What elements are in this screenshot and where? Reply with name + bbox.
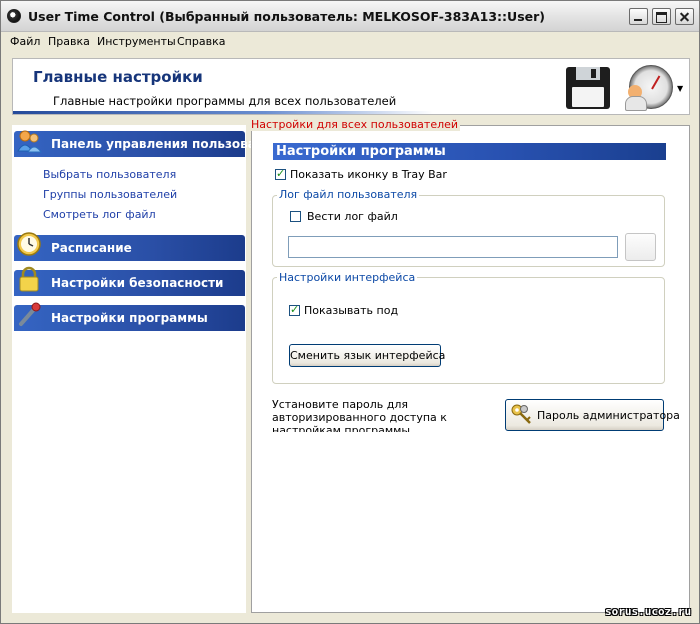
app-clock-icon <box>7 9 21 23</box>
page-header: Главные настройки Главные настройки прог… <box>12 58 690 115</box>
show-label: Показывать под <box>304 304 399 317</box>
floppy-save-icon[interactable] <box>566 67 610 109</box>
sidebar-panel-user-management[interactable]: Панель управления пользоват <box>14 130 263 157</box>
interface-settings-group: Настройки интерфейса Показывать под Смен… <box>272 271 665 384</box>
tray-icon-label: Показать иконку в Tray Bar <box>290 168 447 181</box>
link-user-groups[interactable]: Группы пользователей <box>43 188 177 201</box>
header-underline <box>13 111 433 114</box>
main-window: User Time Control (Выбранный пользовател… <box>0 0 700 624</box>
sidebar-panel-program-settings[interactable]: Настройки программы <box>14 302 245 331</box>
keys-icon <box>511 404 531 424</box>
user-clock-icon[interactable] <box>625 65 673 111</box>
window-title: User Time Control (Выбранный пользовател… <box>28 9 545 24</box>
clock-icon <box>17 232 41 256</box>
sidebar-panel-security[interactable]: Настройки безопасности <box>14 266 245 296</box>
maximize-button[interactable] <box>652 8 671 25</box>
minimize-button[interactable] <box>629 8 648 25</box>
title-bar[interactable]: User Time Control (Выбранный пользовател… <box>1 1 699 32</box>
log-file-legend: Лог файл пользователя <box>277 188 420 201</box>
password-hint: Установите пароль для авторизированного … <box>272 398 447 432</box>
log-path-field[interactable] <box>288 236 618 258</box>
menu-help[interactable]: Справка <box>177 35 225 48</box>
settings-panel: Настройки программы Показать иконку в Tr… <box>251 125 690 613</box>
admin-password-button[interactable]: Пароль администратора <box>505 399 680 431</box>
change-language-button[interactable]: Сменить язык интерфейса <box>289 344 445 367</box>
sidebar: Панель управления пользоват Выбрать поль… <box>12 125 263 613</box>
lock-icon <box>19 266 39 292</box>
menu-tools[interactable]: Инструменты <box>97 35 176 48</box>
wrench-icon <box>19 302 41 326</box>
page-subtitle: Главные настройки программы для всех пол… <box>53 94 397 108</box>
menu-bar: Файл Правка Инструменты Справка <box>1 32 699 51</box>
all-users-note: Настройки для всех пользователей <box>251 118 461 131</box>
page-title: Главные настройки <box>33 68 203 86</box>
show-checkbox[interactable] <box>289 303 300 316</box>
sidebar-panel-schedule[interactable]: Расписание <box>14 232 245 261</box>
interface-settings-legend: Настройки интерфейса <box>277 271 418 284</box>
link-view-log[interactable]: Смотреть лог файл <box>43 208 156 221</box>
section-header: Настройки программы <box>273 143 666 160</box>
close-button[interactable] <box>675 8 694 25</box>
sidebar-panel-label: Панель управления пользоват <box>51 137 263 151</box>
watermark: sorus.ucoz.ru <box>605 605 692 618</box>
menu-edit[interactable]: Правка <box>48 35 90 48</box>
sidebar-panel-label: Расписание <box>51 241 132 255</box>
keep-log-checkbox[interactable] <box>290 211 301 222</box>
sidebar-panel-label: Настройки программы <box>51 311 208 325</box>
link-select-user[interactable]: Выбрать пользователя <box>43 168 176 181</box>
log-file-group: Лог файл пользователя Вести лог файл <box>272 188 665 267</box>
admin-password-label: Пароль администратора <box>537 409 680 422</box>
users-icon <box>17 130 42 153</box>
menu-file[interactable]: Файл <box>10 35 40 48</box>
browse-button[interactable] <box>625 233 656 261</box>
section-title: Настройки программы <box>276 144 446 159</box>
keep-log-label: Вести лог файл <box>307 210 398 223</box>
sidebar-panel-label: Настройки безопасности <box>51 276 224 290</box>
sidebar-panel-body: Выбрать пользователя Группы пользователе… <box>14 159 245 231</box>
dropdown-arrow-icon[interactable]: ▼ <box>677 84 683 93</box>
tray-icon-checkbox[interactable] <box>275 167 286 180</box>
